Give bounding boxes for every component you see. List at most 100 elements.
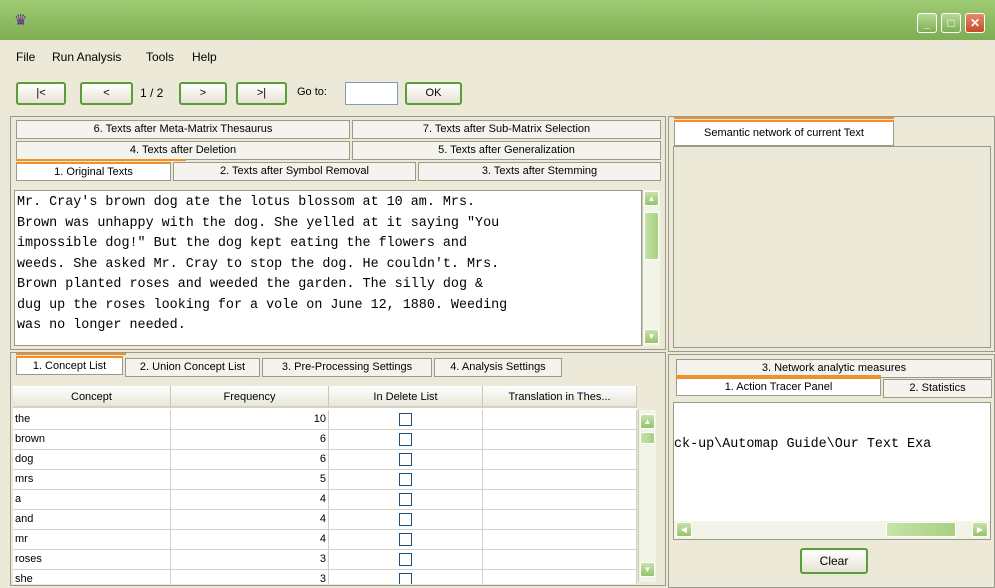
concept-cell[interactable]: brown	[13, 430, 171, 450]
delete-checkbox[interactable]	[399, 473, 412, 486]
translation-cell[interactable]	[483, 450, 637, 470]
translation-cell[interactable]	[483, 430, 637, 450]
text-line: Brown planted roses and weeded the garde…	[17, 277, 484, 292]
delete-cell	[329, 470, 483, 490]
concept-cell[interactable]: dog	[13, 450, 171, 470]
frequency-cell[interactable]: 6	[171, 450, 329, 470]
frequency-cell[interactable]: 3	[171, 550, 329, 570]
tab-original-texts[interactable]: 1. Original Texts	[16, 162, 171, 181]
tab-texts-stemming[interactable]: 3. Texts after Stemming	[418, 162, 661, 181]
table-row[interactable]: brown 6	[13, 430, 637, 450]
next-page-button[interactable]: >	[179, 82, 227, 105]
translation-cell[interactable]	[483, 410, 637, 430]
ok-button[interactable]: OK	[405, 82, 462, 105]
delete-cell	[329, 510, 483, 530]
menu-run-analysis[interactable]: Run Analysis	[52, 50, 121, 64]
clear-button[interactable]: Clear	[800, 548, 868, 574]
table-row[interactable]: and 4	[13, 510, 637, 530]
delete-checkbox[interactable]	[399, 413, 412, 426]
tab-action-tracer-panel[interactable]: 1. Action Tracer Panel	[676, 377, 881, 396]
delete-checkbox[interactable]	[399, 453, 412, 466]
table-row[interactable]: mrs 5	[13, 470, 637, 490]
scroll-up-arrow-icon[interactable]: ▲	[640, 414, 655, 429]
translation-cell[interactable]	[483, 470, 637, 490]
tab-concept-list[interactable]: 1. Concept List	[16, 356, 123, 375]
scroll-thumb[interactable]	[886, 522, 956, 537]
concept-cell[interactable]: mrs	[13, 470, 171, 490]
column-header-concept[interactable]: Concept	[13, 386, 171, 408]
menu-tools[interactable]: Tools	[146, 50, 174, 64]
delete-cell	[329, 430, 483, 450]
tracer-path-text: ck-up\Automap Guide\Our Text Exa	[674, 437, 932, 452]
delete-checkbox[interactable]	[399, 553, 412, 566]
minimize-button[interactable]: _	[917, 13, 937, 33]
column-header-translation[interactable]: Translation in Thes...	[483, 386, 637, 408]
semantic-network-canvas[interactable]	[673, 146, 991, 348]
delete-checkbox[interactable]	[399, 573, 412, 584]
close-button[interactable]: ✕	[965, 13, 985, 33]
scroll-thumb[interactable]	[644, 212, 659, 260]
concept-cell[interactable]: a	[13, 490, 171, 510]
column-header-frequency[interactable]: Frequency	[171, 386, 329, 408]
frequency-cell[interactable]: 5	[171, 470, 329, 490]
menu-help[interactable]: Help	[192, 50, 217, 64]
table-row[interactable]: the 10	[13, 410, 637, 430]
concept-cell[interactable]: she	[13, 570, 171, 584]
tab-texts-generalization[interactable]: 5. Texts after Generalization	[352, 141, 661, 160]
maximize-button[interactable]: □	[941, 13, 961, 33]
frequency-cell[interactable]: 6	[171, 430, 329, 450]
translation-cell[interactable]	[483, 550, 637, 570]
scroll-down-arrow-icon[interactable]: ▼	[644, 329, 659, 344]
scroll-right-arrow-icon[interactable]: ▶	[972, 522, 988, 537]
tab-texts-deletion[interactable]: 4. Texts after Deletion	[16, 141, 350, 160]
column-header-in-delete-list[interactable]: In Delete List	[329, 386, 483, 408]
frequency-cell[interactable]: 4	[171, 530, 329, 550]
text-scrollbar[interactable]: ▲ ▼	[642, 190, 660, 346]
scroll-thumb[interactable]	[640, 432, 655, 444]
delete-checkbox[interactable]	[399, 493, 412, 506]
tab-texts-symbol-removal[interactable]: 2. Texts after Symbol Removal	[173, 162, 416, 181]
concept-cell[interactable]: the	[13, 410, 171, 430]
table-row[interactable]: dog 6	[13, 450, 637, 470]
frequency-cell[interactable]: 4	[171, 490, 329, 510]
delete-checkbox[interactable]	[399, 433, 412, 446]
table-row[interactable]: roses 3	[13, 550, 637, 570]
title-bar[interactable]: ♛ _ □ ✕	[0, 0, 995, 40]
text-line: impossible dog!" But the dog kept eating…	[17, 236, 467, 251]
table-row[interactable]: a4	[13, 490, 637, 510]
previous-page-button[interactable]: <	[80, 82, 133, 105]
table-scrollbar[interactable]: ▲ ▼	[638, 410, 656, 582]
delete-checkbox[interactable]	[399, 513, 412, 526]
delete-checkbox[interactable]	[399, 533, 412, 546]
text-line: weeds. She asked Mr. Cray to stop the do…	[17, 256, 500, 272]
first-page-button[interactable]: |<	[16, 82, 66, 105]
tab-semantic-network[interactable]: Semantic network of current Text	[674, 120, 894, 146]
frequency-cell[interactable]: 3	[171, 570, 329, 584]
table-row[interactable]: she 3	[13, 570, 637, 584]
translation-cell[interactable]	[483, 570, 637, 584]
action-tracer-text-area[interactable]: ck-up\Automap Guide\Our Text Exa ◀ ▶	[673, 402, 991, 540]
tab-analysis-settings[interactable]: 4. Analysis Settings	[434, 358, 562, 377]
scroll-left-arrow-icon[interactable]: ◀	[676, 522, 692, 537]
goto-input[interactable]	[345, 82, 398, 105]
table-row[interactable]: mr 4	[13, 530, 637, 550]
tab-pre-processing-settings[interactable]: 3. Pre-Processing Settings	[262, 358, 432, 377]
concept-cell[interactable]: mr	[13, 530, 171, 550]
concept-cell[interactable]: roses	[13, 550, 171, 570]
tab-statistics[interactable]: 2. Statistics	[883, 379, 992, 398]
concept-cell[interactable]: and	[13, 510, 171, 530]
translation-cell[interactable]	[483, 510, 637, 530]
original-text-area[interactable]: Mr. Cray's brown dog ate the lotus bloss…	[14, 190, 642, 346]
last-page-button[interactable]: >|	[236, 82, 287, 105]
tab-union-concept-list[interactable]: 2. Union Concept List	[125, 358, 260, 377]
frequency-cell[interactable]: 4	[171, 510, 329, 530]
tab-texts-sub-matrix[interactable]: 7. Texts after Sub-Matrix Selection	[352, 120, 661, 139]
menu-file[interactable]: File	[16, 50, 35, 64]
translation-cell[interactable]	[483, 490, 637, 510]
scroll-down-arrow-icon[interactable]: ▼	[640, 562, 655, 577]
tracer-horizontal-scrollbar[interactable]: ◀ ▶	[674, 521, 990, 539]
frequency-cell[interactable]: 10	[171, 410, 329, 430]
tab-texts-meta-matrix[interactable]: 6. Texts after Meta-Matrix Thesaurus	[16, 120, 350, 139]
scroll-up-arrow-icon[interactable]: ▲	[644, 191, 659, 206]
translation-cell[interactable]	[483, 530, 637, 550]
